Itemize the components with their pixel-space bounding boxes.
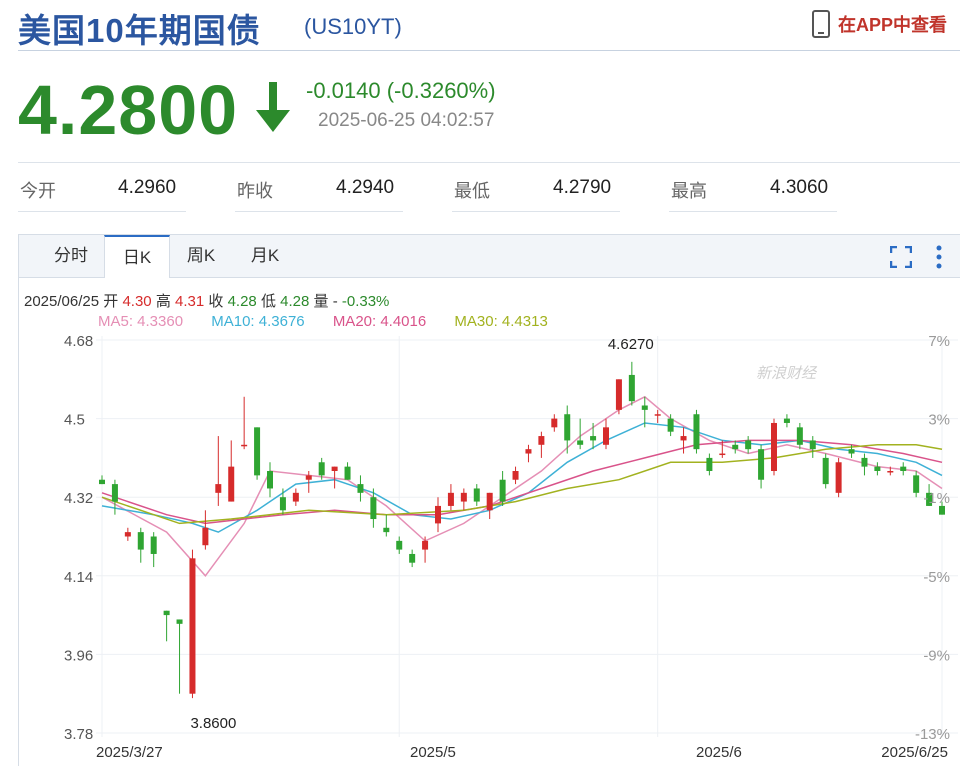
pct-tick-label: 7%	[928, 333, 950, 350]
moving-average-lines	[101, 395, 943, 577]
candle-down	[900, 466, 907, 471]
candle-down	[796, 427, 803, 445]
candle-down	[370, 497, 377, 520]
candle-up	[654, 414, 661, 416]
candle-up	[202, 527, 209, 546]
candle-down	[499, 479, 506, 502]
candle-down	[641, 405, 648, 410]
candle-down	[577, 440, 584, 445]
candle-up	[512, 471, 519, 480]
candle-down	[861, 457, 868, 467]
candlestick-chart: 4.68 7% 4.5 3% 4.32 -1% 4.14 -5% 3.96 -9% 3.78 -13%…	[64, 333, 958, 761]
candle-down	[732, 444, 739, 450]
candle-down	[590, 436, 597, 441]
candle-up	[189, 558, 196, 694]
ma20-line	[101, 439, 943, 525]
candle-down	[279, 497, 286, 511]
candle-up	[331, 466, 338, 471]
pct-tick-label: -5%	[923, 569, 950, 586]
candle-down	[383, 527, 390, 533]
candle-up	[124, 532, 131, 537]
candle-down	[745, 440, 752, 450]
x-tick-label: 2025/3/27	[96, 744, 163, 761]
candle-up	[771, 422, 777, 471]
candles	[99, 361, 945, 699]
y-tick-label: 3.96	[64, 647, 93, 664]
ma10-line	[101, 422, 943, 533]
candle-down	[254, 427, 261, 476]
x-tick-label: 2025/6/25	[881, 744, 948, 761]
candle-down	[137, 532, 144, 550]
y-tick-label: 4.68	[64, 333, 93, 350]
candle-down	[758, 449, 765, 480]
candle-down	[473, 488, 480, 502]
candle-down	[409, 553, 416, 563]
min-price-annotation: 3.8600	[190, 715, 236, 732]
candle-down	[176, 619, 183, 624]
candle-up	[719, 453, 726, 456]
candle-up	[447, 492, 454, 506]
candle-up	[551, 418, 558, 428]
candle-down	[163, 610, 170, 616]
ma5-line	[101, 395, 943, 577]
candle-up	[603, 427, 609, 445]
pct-tick-label: -1%	[923, 490, 950, 507]
axis-labels: 4.68 7% 4.5 3% 4.32 -1% 4.14 -5% 3.96 -9% 3.78 -13%…	[64, 333, 950, 761]
candle-up	[486, 492, 493, 511]
candle-down	[706, 457, 713, 471]
candle-up	[215, 484, 222, 493]
candle-down	[111, 484, 118, 502]
candle-up	[835, 462, 842, 493]
candle-up	[228, 466, 235, 502]
max-price-annotation: 4.6270	[608, 336, 654, 353]
candle-up	[422, 540, 429, 550]
candle-down	[783, 418, 790, 423]
candle-down	[344, 466, 351, 480]
candle-down	[913, 475, 920, 493]
candle-up	[887, 471, 894, 473]
candle-down	[357, 484, 364, 493]
candle-down	[809, 440, 816, 450]
candle-down	[99, 479, 105, 485]
candle-down	[564, 414, 571, 441]
y-tick-label: 4.5	[64, 412, 85, 429]
candle-down	[822, 457, 829, 485]
pct-tick-label: -9%	[923, 647, 950, 664]
candle-down	[267, 471, 273, 489]
candle-up	[241, 444, 248, 447]
x-tick-label: 2025/6	[696, 744, 742, 761]
candle-up	[435, 505, 441, 524]
candle-up	[305, 475, 312, 480]
chart-grid	[96, 336, 958, 737]
y-tick-label: 3.78	[64, 726, 93, 743]
candle-down	[693, 414, 700, 450]
y-tick-label: 4.32	[64, 490, 93, 507]
candle-up	[525, 449, 532, 454]
candle-down	[874, 466, 881, 471]
candle-up	[292, 492, 299, 502]
candle-up	[460, 492, 467, 502]
candle-up	[615, 379, 622, 410]
candle-down	[848, 449, 855, 454]
pct-tick-label: 3%	[928, 412, 950, 429]
candle-down	[667, 418, 674, 432]
candle-up	[538, 436, 545, 445]
candle-down	[939, 505, 945, 515]
x-tick-label: 2025/5	[410, 744, 456, 761]
candle-down	[628, 374, 635, 402]
y-tick-label: 4.14	[64, 569, 93, 586]
candle-down	[150, 536, 157, 554]
pct-tick-label: -13%	[915, 726, 950, 743]
candle-down	[396, 540, 403, 550]
candle-down	[318, 462, 325, 476]
candle-up	[680, 436, 687, 441]
